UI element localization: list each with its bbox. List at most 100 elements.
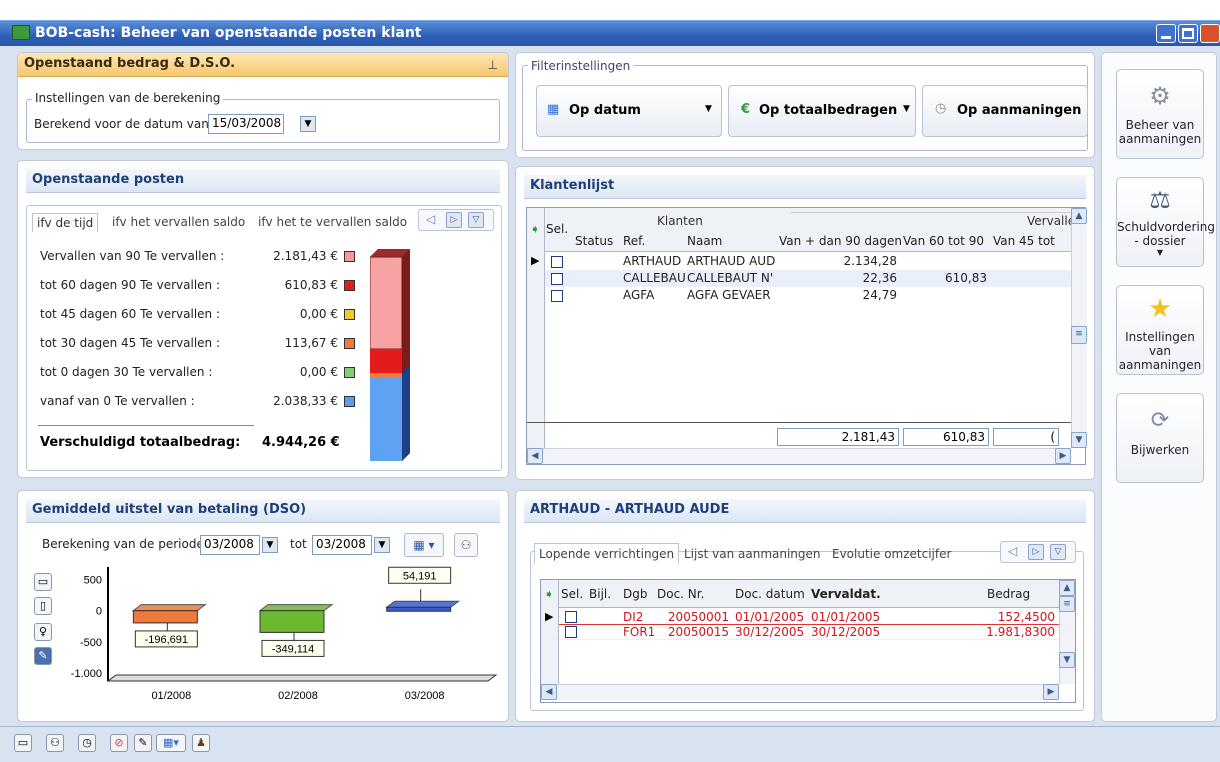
scroll-right-icon[interactable]: ▶: [1055, 448, 1071, 464]
col-45[interactable]: Van 45 tot: [993, 234, 1055, 248]
legend-swatch: [344, 280, 355, 291]
horizontal-scrollbar[interactable]: [527, 448, 1071, 464]
detail-hscroll[interactable]: [541, 684, 1059, 700]
total-60: 610,83: [903, 428, 989, 446]
col-90[interactable]: Van + dan 90 dagen: [779, 234, 902, 248]
bottom-user-icon[interactable]: ♟: [192, 734, 210, 752]
bottom-people-icon[interactable]: ⚇: [46, 734, 64, 752]
dcol-bijl[interactable]: Bijl.: [589, 587, 611, 601]
total-separator: [38, 425, 254, 426]
chart-tool-3-icon[interactable]: ♀: [34, 623, 52, 641]
row-checkbox[interactable]: [551, 273, 563, 285]
bottom-document-icon[interactable]: ▭: [14, 734, 32, 752]
period-to-field[interactable]: 03/2008: [312, 535, 372, 555]
to-label: tot: [290, 537, 307, 551]
dcol-sel[interactable]: Sel.: [561, 587, 583, 601]
bottom-stop-icon[interactable]: ⊘: [110, 734, 128, 752]
col-naam[interactable]: Naam: [687, 234, 722, 248]
filter-total-button[interactable]: € Op totaalbedragen ▼: [728, 85, 916, 137]
detail-scroll-thumb[interactable]: ≡: [1059, 596, 1075, 612]
side-claim-button[interactable]: ⚖ Schuldvordering - dossier ▼: [1116, 177, 1215, 267]
bar: [259, 610, 325, 633]
money-icon: €: [741, 102, 751, 117]
dcol-nr[interactable]: Doc. Nr.: [657, 587, 704, 601]
dropdown-arrow-icon: ▼: [705, 104, 712, 114]
detail-title: ARTHAUD - ARTHAUD AUDE: [524, 499, 1086, 523]
dso-settings-panel: Openstaand bedrag & D.S.O. ⊥ Instellinge…: [17, 52, 509, 150]
tab-aanmaningen[interactable]: Lijst van aanmaningen: [684, 547, 821, 561]
filter-reminders-label: Op aanmaningen: [957, 103, 1082, 118]
tab-ifv-de-tijd[interactable]: ifv de tijd: [32, 213, 99, 232]
scroll-thumb[interactable]: ≡: [1071, 326, 1087, 344]
col-ref[interactable]: Ref.: [623, 234, 645, 248]
tab-next-icon[interactable]: ▷: [446, 212, 462, 228]
row-checkbox[interactable]: [551, 290, 563, 302]
col-status[interactable]: Status: [575, 234, 613, 248]
bottom-calendar-icon[interactable]: ▦▾: [156, 734, 186, 752]
chart-tool-2-icon[interactable]: ▯: [34, 597, 52, 615]
tab-ifv-het-vervallen-saldo[interactable]: ifv het vervallen saldo: [112, 215, 245, 229]
detail-scroll-left-icon[interactable]: ◀: [541, 684, 557, 700]
maximize-button[interactable]: [1178, 24, 1198, 43]
close-button[interactable]: [1200, 24, 1220, 43]
group-vervallen: Vervalle: [1027, 214, 1076, 228]
row-docdate: 01/01/2005: [735, 610, 805, 624]
filter-reminders-button[interactable]: ◷ Op aanmaningen: [922, 85, 1088, 137]
side-update-button[interactable]: ⟳ Bijwerken: [1116, 393, 1204, 483]
period-from-dropdown-icon[interactable]: ▼: [262, 537, 278, 553]
open-item-label: vanaf van 0 Te vervallen :: [40, 394, 195, 408]
tab-ifv-het-te-vervallen-saldo[interactable]: ifv het te vervallen saldo: [258, 215, 407, 229]
detail-scroll-down-icon[interactable]: ▼: [1059, 652, 1075, 668]
side-btn4-label: Bijwerken: [1130, 443, 1190, 457]
pin-icon[interactable]: ⊥: [488, 58, 498, 72]
scroll-up-icon[interactable]: ▲: [1071, 208, 1087, 224]
row-checkbox[interactable]: [565, 626, 577, 638]
expand-arrow-icon[interactable]: ➧: [530, 222, 540, 236]
period-to-dropdown-icon[interactable]: ▼: [374, 537, 390, 553]
row-checkbox[interactable]: [565, 611, 577, 623]
detail-prev-icon[interactable]: ◁: [1008, 544, 1017, 558]
people-icon[interactable]: ⚇: [454, 533, 478, 557]
detail-expand-icon[interactable]: ➧: [544, 587, 554, 601]
side-reminders-button[interactable]: ⚙ Beheer van aanmaningen: [1116, 69, 1204, 159]
bar-value-label: -349,114: [272, 643, 315, 655]
row-checkbox[interactable]: [551, 256, 563, 268]
app-icon: [12, 25, 30, 40]
tab-omzet[interactable]: Evolutie omzetcijfer: [832, 547, 951, 561]
calc-date-label: Berekend voor de datum van: [34, 117, 209, 131]
tab-lopende[interactable]: Lopende verrichtingen: [534, 543, 680, 564]
col-sel[interactable]: Sel.: [546, 222, 568, 236]
bottom-stopwatch-icon[interactable]: ◷: [78, 734, 96, 752]
dcol-date[interactable]: Doc. datum: [735, 587, 805, 601]
dcol-due[interactable]: Vervaldat.: [811, 587, 881, 601]
chart-tool-1-icon[interactable]: ▭: [34, 573, 52, 591]
detail-scroll-right-icon[interactable]: ▶: [1043, 684, 1059, 700]
filter-date-button[interactable]: ▦ Op datum ▼: [536, 85, 722, 137]
scroll-left-icon[interactable]: ◀: [527, 448, 543, 464]
side-btn1-label: Beheer van aanmaningen: [1118, 118, 1202, 146]
person-scale-icon: ⚖: [1149, 186, 1171, 214]
dcol-dgb[interactable]: Dgb: [623, 587, 647, 601]
filter-total-label: Op totaalbedragen: [759, 103, 898, 118]
tab-menu-icon[interactable]: ▽: [468, 212, 484, 228]
calendar-menu-button[interactable]: ▦ ▾: [404, 533, 444, 557]
dcol-amount[interactable]: Bedrag: [987, 587, 1030, 601]
calc-date-dropdown-icon[interactable]: ▼: [300, 116, 316, 132]
scroll-down-icon[interactable]: ▼: [1071, 432, 1087, 448]
side-settings-button[interactable]: ★ Instellingen van aanmaningen: [1116, 285, 1204, 375]
open-item-label: tot 30 dagen 45 Te vervallen :: [40, 336, 220, 350]
chart-tool-4-icon[interactable]: ✎: [34, 647, 52, 665]
bar-top: [385, 600, 461, 608]
bottom-pen-icon[interactable]: ✎: [134, 734, 152, 752]
col-60[interactable]: Van 60 tot 90: [903, 234, 984, 248]
panel-header: Openstaand bedrag & D.S.O.: [18, 53, 508, 77]
customer-grid: ➧ Sel. Klanten Vervalle Status Ref. Naam…: [526, 207, 1087, 465]
detail-next-icon[interactable]: ▷: [1028, 544, 1044, 560]
period-from-field[interactable]: 03/2008: [200, 535, 260, 555]
tab-prev-icon[interactable]: ◁: [426, 212, 435, 226]
open-item-label: Vervallen van 90 Te vervallen :: [40, 249, 225, 263]
calc-date-field[interactable]: 15/03/2008: [208, 114, 284, 134]
detail-menu-icon[interactable]: ▽: [1050, 544, 1066, 560]
minimize-button[interactable]: [1156, 24, 1176, 43]
detail-scroll-up-icon[interactable]: ▲: [1059, 580, 1075, 596]
